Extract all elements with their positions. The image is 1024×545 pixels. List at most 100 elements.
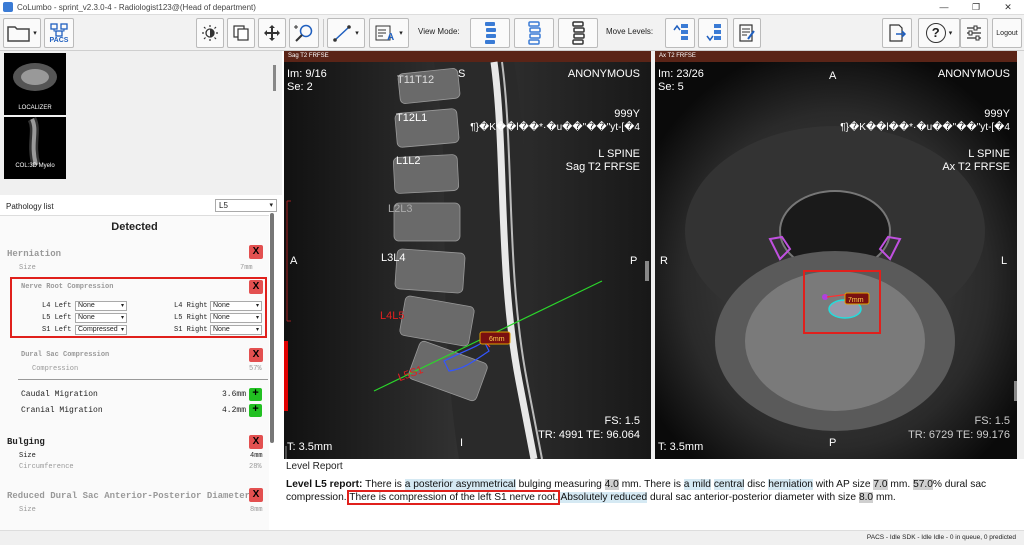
l5-right-select[interactable]: None [210, 313, 262, 323]
brightness-button[interactable] [196, 18, 224, 48]
measure-tool-button[interactable]: ▾ [327, 18, 365, 48]
s1-right-select[interactable]: None [210, 325, 262, 335]
bulging-size-label: Size [19, 452, 36, 460]
ax-measurement-label: 7mm [848, 297, 864, 304]
report-nerve-root-sentence[interactable]: There is compression of the left S1 nerv… [347, 490, 561, 505]
remove-bulging-button[interactable]: X [249, 435, 263, 449]
sag-image-index: Im: 9/16 [287, 68, 327, 80]
report-highlight[interactable]: herniation [768, 479, 813, 490]
app-icon [3, 2, 13, 12]
report-text: mm. There is [621, 479, 681, 490]
report-value[interactable]: 57.0 [913, 479, 933, 490]
report-text: mm. [875, 492, 896, 503]
help-button[interactable]: ? ▾ [918, 18, 960, 48]
axial-mri-image [655, 62, 1017, 459]
sag-orientation-right: P [630, 255, 638, 267]
settings-button[interactable] [960, 18, 988, 48]
copy-icon [233, 25, 249, 41]
open-folder-button[interactable]: ▾ [3, 18, 41, 48]
minimize-button[interactable]: — [928, 0, 960, 15]
annotation-button[interactable]: A ▾ [369, 18, 409, 48]
thumbnail-localizer[interactable]: LOCALIZER [4, 53, 66, 115]
report-highlight[interactable]: a posterior asymmetrical [404, 479, 516, 490]
sag-orientation-top: S [458, 68, 466, 80]
zoom-button[interactable] [289, 18, 319, 48]
report-text: dural sac anterior-posterior diameter wi… [649, 492, 857, 503]
add-cranial-migration-button[interactable]: + [249, 404, 262, 417]
report-level-label: Level L5 report: [286, 479, 363, 490]
ax-orientation-left: R [660, 255, 668, 267]
thumbnail-scrollbar[interactable] [273, 65, 276, 91]
l5-left-select[interactable]: None [75, 313, 127, 323]
report-highlight[interactable]: central [713, 479, 745, 490]
report-text: mm. [890, 479, 911, 490]
export-button[interactable] [882, 18, 912, 48]
divider [18, 379, 268, 380]
logout-button[interactable]: Logout [992, 18, 1022, 48]
sag-slice-thickness: T: 3.5mm [287, 441, 333, 453]
sag-orientation-bottom: I [460, 437, 464, 449]
pacs-button[interactable]: PACS [44, 18, 74, 48]
report-value[interactable]: 7.0 [873, 479, 888, 490]
report-value[interactable]: 4.0 [604, 479, 619, 490]
chevron-down-icon: ▾ [948, 30, 953, 37]
sag-garbled-id: ¶}�K��l��*·�u��"��"yt-[�4 [470, 122, 640, 133]
maximize-button[interactable]: ❐ [960, 0, 992, 15]
copy-button[interactable] [227, 18, 255, 48]
ax-orientation-top: A [829, 70, 837, 82]
level-report-text[interactable]: Level L5 report: There is a posterior as… [286, 478, 1022, 505]
close-button[interactable]: ✕ [992, 0, 1024, 15]
view-mode-sagittal-button[interactable] [470, 18, 510, 48]
move-level-up-button[interactable] [665, 18, 695, 48]
circumference-value: 28% [249, 463, 262, 471]
caudal-migration-value: 3.6mm [222, 390, 247, 399]
sag-orientation-left: A [290, 255, 298, 267]
window-title: CoLumbo - sprint_v2.3.0-4 - Radiologist1… [17, 2, 256, 12]
separator [323, 19, 324, 47]
brightness-icon [202, 25, 218, 41]
export-icon [889, 24, 907, 42]
report-button[interactable] [733, 18, 761, 48]
localizer-image [13, 63, 57, 91]
myelo-image [27, 116, 41, 167]
report-highlight[interactable]: a mild [683, 479, 711, 490]
remove-reduced-dural-button[interactable]: X [249, 488, 263, 502]
reduced-size-label: Size [19, 506, 36, 514]
l4-left-select[interactable]: None [75, 301, 127, 311]
zoom-icon [294, 24, 313, 42]
bulging-title: Bulging [7, 437, 45, 447]
report-highlight[interactable]: Absolutely reduced [560, 492, 648, 503]
ax-image-index: Im: 23/26 [658, 68, 704, 80]
remove-nerve-root-button[interactable]: X [249, 280, 263, 294]
level-label-t11t12: T11T12 [397, 74, 435, 86]
s1-right-label: S1 Right [174, 326, 208, 334]
remove-herniation-button[interactable]: X [249, 245, 263, 259]
herniation-size-label: Size [19, 264, 36, 272]
view-mode-3d-button[interactable] [558, 18, 598, 48]
status-bar: PACS - Idle SDK - Idle Idle - 0 in queue… [0, 530, 1024, 545]
sagittal-viewer[interactable]: Sag T2 FRFSE Im: 9/16 Se: 2 S ANONYMOUS … [284, 51, 651, 459]
add-caudal-migration-button[interactable]: + [249, 388, 262, 401]
remove-dural-sac-button[interactable]: X [249, 348, 263, 362]
herniation-title: Herniation [7, 249, 62, 259]
report-text: bulging measuring [518, 479, 602, 490]
axial-viewer[interactable]: Ax T2 FRFSE Im: 23/26 Se: 5 A ANONYMOUS … [655, 51, 1017, 459]
s1-left-select[interactable]: Compressed [75, 325, 127, 335]
sagittal-mri-image [284, 61, 651, 459]
reduced-size-value: 8mm [250, 506, 263, 514]
view-mode-axial-button[interactable] [514, 18, 554, 48]
ax-garbled-id: ¶}�K��l��*·�u��"��"yt-[�4 [840, 122, 1010, 133]
caudal-migration-label: Caudal Migration [21, 390, 98, 399]
ax-patient-age: 999Y [984, 108, 1010, 120]
l5-right-label: L5 Right [174, 314, 208, 322]
thumbnail-myelo[interactable]: COL:3D Myelo [4, 116, 66, 179]
report-value[interactable]: 8.0 [858, 492, 874, 503]
chevron-down-icon: ▾ [355, 30, 359, 37]
level-select[interactable]: L5 [215, 199, 277, 212]
move-level-down-button[interactable] [698, 18, 728, 48]
level-report-panel: Level Report Level L5 report: There is a… [284, 459, 1024, 530]
pathology-scrollbar[interactable] [270, 213, 274, 443]
report-text: disc [747, 479, 766, 490]
pan-button[interactable] [258, 18, 286, 48]
l4-right-select[interactable]: None [210, 301, 262, 311]
